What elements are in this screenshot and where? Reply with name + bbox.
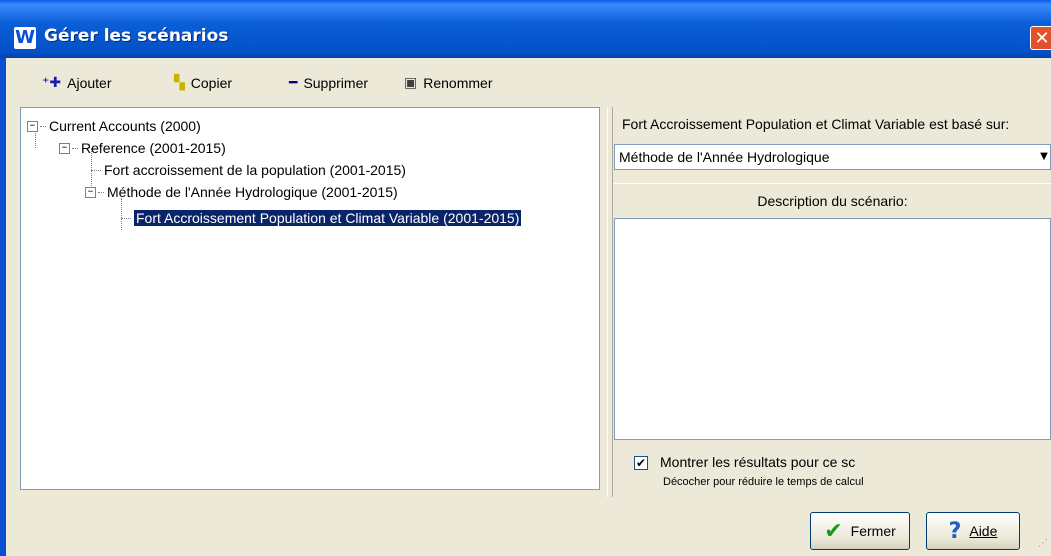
tree-item-label: Reference (2001-2015)	[81, 140, 226, 156]
window-frame	[0, 58, 6, 556]
title-bar: W Gérer les scénarios ✕	[0, 0, 1051, 58]
rename-label: Renommer	[423, 75, 493, 91]
add-button[interactable]: ⁺✚ Ajouter	[42, 72, 111, 94]
tree-connector	[72, 147, 78, 149]
tree-item-label: Méthode de l'Année Hydrologique (2001-20…	[107, 184, 398, 200]
tree-item-label: Fort Accroissement Population et Climat …	[132, 209, 523, 227]
tree-connector	[98, 191, 104, 193]
panel-splitter[interactable]	[607, 107, 613, 497]
tree-item-methode-annee[interactable]: − Méthode de l'Année Hydrologique (2001-…	[85, 182, 398, 202]
based-on-select[interactable]: Méthode de l'Année Hydrologique ▼	[614, 144, 1051, 170]
window-title: Gérer les scénarios	[44, 26, 229, 46]
tree-item-fort-accroissement[interactable]: Fort accroissement de la population (200…	[91, 160, 406, 180]
collapse-icon[interactable]: −	[85, 186, 96, 198]
tree-item-climat-variable[interactable]: Fort Accroissement Population et Climat …	[121, 208, 523, 228]
tree-item-reference[interactable]: − Reference (2001-2015)	[59, 138, 226, 158]
based-on-label: Fort Accroissement Population et Climat …	[622, 116, 1010, 132]
collapse-icon[interactable]: −	[27, 120, 38, 132]
add-icon: ⁺✚	[42, 75, 62, 91]
copy-label: Copier	[190, 75, 233, 91]
toolbar: ⁺✚ Ajouter ▚ Copier ━ Supprimer ▣ Renomm…	[6, 58, 1051, 104]
description-textarea[interactable]	[614, 218, 1051, 440]
copy-button[interactable]: ▚ Copier	[174, 72, 232, 94]
resize-grip-icon[interactable]: ⋰	[1038, 538, 1048, 549]
tree-connector	[91, 169, 101, 171]
help-icon: ?	[948, 518, 962, 544]
tree-item-label: Current Accounts (2000)	[49, 118, 201, 134]
delete-label: Supprimer	[303, 75, 369, 91]
tree-item-current-accounts[interactable]: − Current Accounts (2000)	[27, 116, 201, 136]
scenario-tree[interactable]: − Current Accounts (2000) − Reference (2…	[20, 107, 600, 490]
tree-connector	[40, 125, 46, 127]
tree-item-label: Fort accroissement de la population (200…	[104, 162, 406, 178]
help-button-label: Aide	[969, 523, 998, 539]
show-results-checkbox[interactable]: ✔	[634, 456, 648, 470]
minus-icon: ━	[289, 75, 298, 91]
close-button-label: Fermer	[850, 523, 896, 539]
description-header: Description du scénario:	[614, 183, 1051, 217]
show-results-label[interactable]: Montrer les résultats pour ce sc	[660, 454, 855, 470]
help-button[interactable]: ? Aide	[926, 512, 1020, 550]
add-label: Ajouter	[67, 75, 112, 91]
rename-icon: ▣	[404, 75, 418, 91]
based-on-value: Méthode de l'Année Hydrologique	[619, 149, 830, 165]
close-window-button[interactable]: ✕	[1030, 26, 1051, 50]
show-results-hint: Décocher pour réduire le temps de calcul	[663, 476, 864, 488]
delete-button[interactable]: ━ Supprimer	[289, 72, 368, 94]
app-icon: W	[14, 27, 36, 49]
tree-connector	[121, 217, 131, 219]
copy-icon: ▚	[174, 75, 185, 91]
collapse-icon[interactable]: −	[59, 142, 70, 154]
dropdown-arrow-icon[interactable]: ▼	[1035, 147, 1051, 167]
close-button[interactable]: ✔ Fermer	[810, 512, 910, 550]
check-icon: ✔	[824, 518, 843, 544]
rename-button[interactable]: ▣ Renommer	[404, 72, 492, 94]
